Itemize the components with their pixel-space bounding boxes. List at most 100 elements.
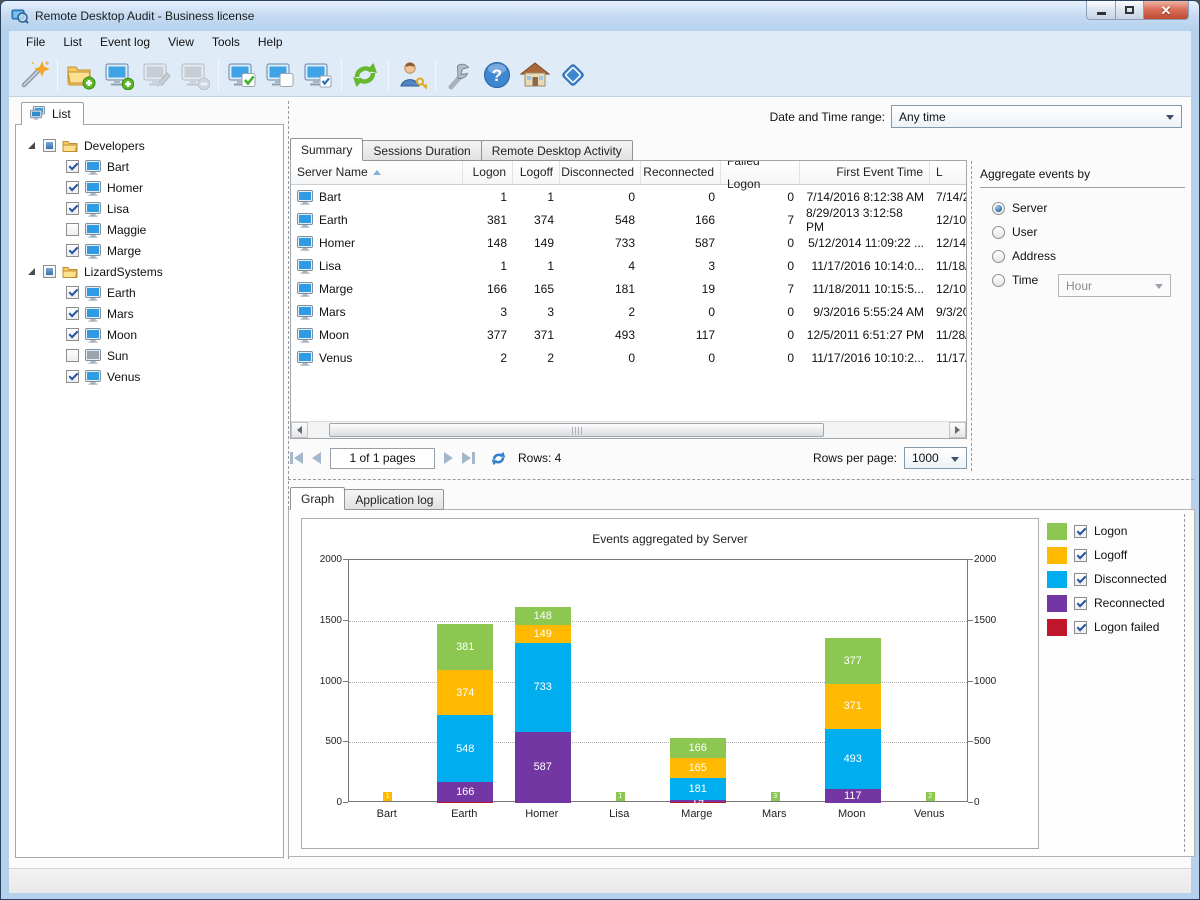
check-all-computers-icon[interactable] <box>223 56 261 94</box>
tree-item-bart[interactable]: Bart <box>16 156 283 177</box>
tab-remote-desktop-activity[interactable]: Remote Desktop Activity <box>481 140 633 161</box>
aggregate-option-address[interactable]: Address <box>992 248 1056 264</box>
item-checkbox-marge[interactable] <box>66 244 79 257</box>
horizontal-scrollbar[interactable] <box>291 421 966 438</box>
check-selected-computers-icon[interactable] <box>299 56 337 94</box>
close-button[interactable]: ✕ <box>1143 1 1189 20</box>
tab-graph[interactable]: Graph <box>290 487 345 510</box>
uncheck-all-computers-icon[interactable] <box>261 56 299 94</box>
expander-icon[interactable] <box>28 268 35 275</box>
settings-wrench-icon[interactable] <box>440 56 478 94</box>
last-page-button[interactable] <box>462 452 475 464</box>
tree-item-mars[interactable]: Mars <box>16 303 283 324</box>
group-checkbox-lizardsystems[interactable] <box>43 265 56 278</box>
tab-list[interactable]: List <box>21 102 84 125</box>
time-unit-select[interactable]: Hour <box>1058 274 1171 297</box>
menu-list[interactable]: List <box>54 32 91 52</box>
item-checkbox-mars[interactable] <box>66 307 79 320</box>
first-page-button[interactable] <box>290 452 303 464</box>
tab-application-log[interactable]: Application log <box>344 489 444 510</box>
add-computer-icon[interactable] <box>100 56 138 94</box>
menu-view[interactable]: View <box>159 32 203 52</box>
aggregate-option-user[interactable]: User <box>992 224 1056 240</box>
item-checkbox-venus[interactable] <box>66 370 79 383</box>
tree-item-homer[interactable]: Homer <box>16 177 283 198</box>
tree-item-venus[interactable]: Venus <box>16 366 283 387</box>
x-axis-label: Moon <box>813 808 891 820</box>
minimize-button[interactable] <box>1086 1 1116 20</box>
maximize-button[interactable] <box>1115 1 1144 20</box>
table-row-moon[interactable]: Moon377371493117012/5/2011 6:51:27 PM11/… <box>291 323 967 346</box>
tab-sessions-duration[interactable]: Sessions Duration <box>362 140 481 161</box>
tree-group-lizardsystems[interactable]: LizardSystems <box>16 261 283 282</box>
cell-l: 7/14/2 <box>930 190 967 204</box>
item-checkbox-earth[interactable] <box>66 286 79 299</box>
next-page-button[interactable] <box>444 452 453 464</box>
tree-item-moon[interactable]: Moon <box>16 324 283 345</box>
date-range-select[interactable]: Any time <box>891 105 1182 128</box>
item-checkbox-bart[interactable] <box>66 160 79 173</box>
home-icon[interactable] <box>516 56 554 94</box>
table-row-venus[interactable]: Venus2200011/17/2016 10:10:2...11/17/ <box>291 346 967 369</box>
column-header-reconnected[interactable]: Reconnected <box>641 161 721 184</box>
item-checkbox-maggie[interactable] <box>66 223 79 236</box>
prev-page-button[interactable] <box>312 452 321 464</box>
tree-item-marge[interactable]: Marge <box>16 240 283 261</box>
wizard-wand-icon[interactable] <box>15 56 53 94</box>
legend-checkbox-logon-failed[interactable] <box>1074 621 1087 634</box>
table-row-earth[interactable]: Earth38137454816678/29/2013 3:12:58 PM12… <box>291 208 967 231</box>
menu-event-log[interactable]: Event log <box>91 32 159 52</box>
rows-per-page-select[interactable]: 1000 <box>904 447 967 469</box>
refresh-icon[interactable] <box>346 56 384 94</box>
legend-checkbox-reconnected[interactable] <box>1074 597 1087 610</box>
aggregate-option-time[interactable]: Time <box>992 272 1056 288</box>
about-info-icon[interactable] <box>554 56 592 94</box>
scrollbar-thumb[interactable] <box>329 423 824 437</box>
radio-user[interactable] <box>992 226 1005 239</box>
tab-summary[interactable]: Summary <box>290 138 363 161</box>
refresh-rows-icon[interactable] <box>490 450 507 467</box>
scroll-right-button[interactable] <box>949 422 966 438</box>
column-header-disconnected[interactable]: Disconnected <box>560 161 641 184</box>
menu-file[interactable]: File <box>17 32 54 52</box>
tree-item-sun[interactable]: Sun <box>16 345 283 366</box>
legend-checkbox-logoff[interactable] <box>1074 549 1087 562</box>
item-checkbox-lisa[interactable] <box>66 202 79 215</box>
splitter-horizontal[interactable] <box>288 479 1194 480</box>
splitter-aggregate[interactable] <box>971 161 972 471</box>
table-row-lisa[interactable]: Lisa1143011/17/2016 10:14:0...11/18/ <box>291 254 967 277</box>
group-checkbox-developers[interactable] <box>43 139 56 152</box>
tree-item-maggie[interactable]: Maggie <box>16 219 283 240</box>
column-header-logoff[interactable]: Logoff <box>513 161 560 184</box>
aggregate-option-server[interactable]: Server <box>992 200 1056 216</box>
column-header-first-event-time[interactable]: First Event Time <box>800 161 930 184</box>
tree-item-lisa[interactable]: Lisa <box>16 198 283 219</box>
table-row-homer[interactable]: Homer14814973358705/12/2014 11:09:22 ...… <box>291 231 967 254</box>
legend-checkbox-logon[interactable] <box>1074 525 1087 538</box>
add-group-icon[interactable] <box>62 56 100 94</box>
radio-server[interactable] <box>992 202 1005 215</box>
column-header-logon[interactable]: Logon <box>463 161 513 184</box>
user-accounts-icon[interactable] <box>393 56 431 94</box>
radio-address[interactable] <box>992 250 1005 263</box>
page-number-box[interactable]: 1 of 1 pages <box>330 448 435 469</box>
column-header-l[interactable]: L <box>930 161 967 184</box>
menu-help[interactable]: Help <box>249 32 292 52</box>
radio-time[interactable] <box>992 274 1005 287</box>
item-checkbox-homer[interactable] <box>66 181 79 194</box>
tree-item-earth[interactable]: Earth <box>16 282 283 303</box>
scroll-left-button[interactable] <box>291 422 308 438</box>
cell-first-event-time: 8/29/2013 3:12:58 PM <box>800 206 930 234</box>
column-header-server-name[interactable]: Server Name <box>291 161 463 184</box>
column-header-failed-logon[interactable]: Failed Logon <box>721 161 800 184</box>
menu-tools[interactable]: Tools <box>203 32 249 52</box>
item-checkbox-moon[interactable] <box>66 328 79 341</box>
splitter-legend[interactable] <box>1184 514 1185 852</box>
table-row-marge[interactable]: Marge16616518119711/18/2011 10:15:5...12… <box>291 277 967 300</box>
table-row-mars[interactable]: Mars332009/3/2016 5:55:24 AM9/3/20 <box>291 300 967 323</box>
tree-group-developers[interactable]: Developers <box>16 135 283 156</box>
help-icon[interactable]: ? <box>478 56 516 94</box>
expander-icon[interactable] <box>28 142 35 149</box>
legend-checkbox-disconnected[interactable] <box>1074 573 1087 586</box>
item-checkbox-sun[interactable] <box>66 349 79 362</box>
